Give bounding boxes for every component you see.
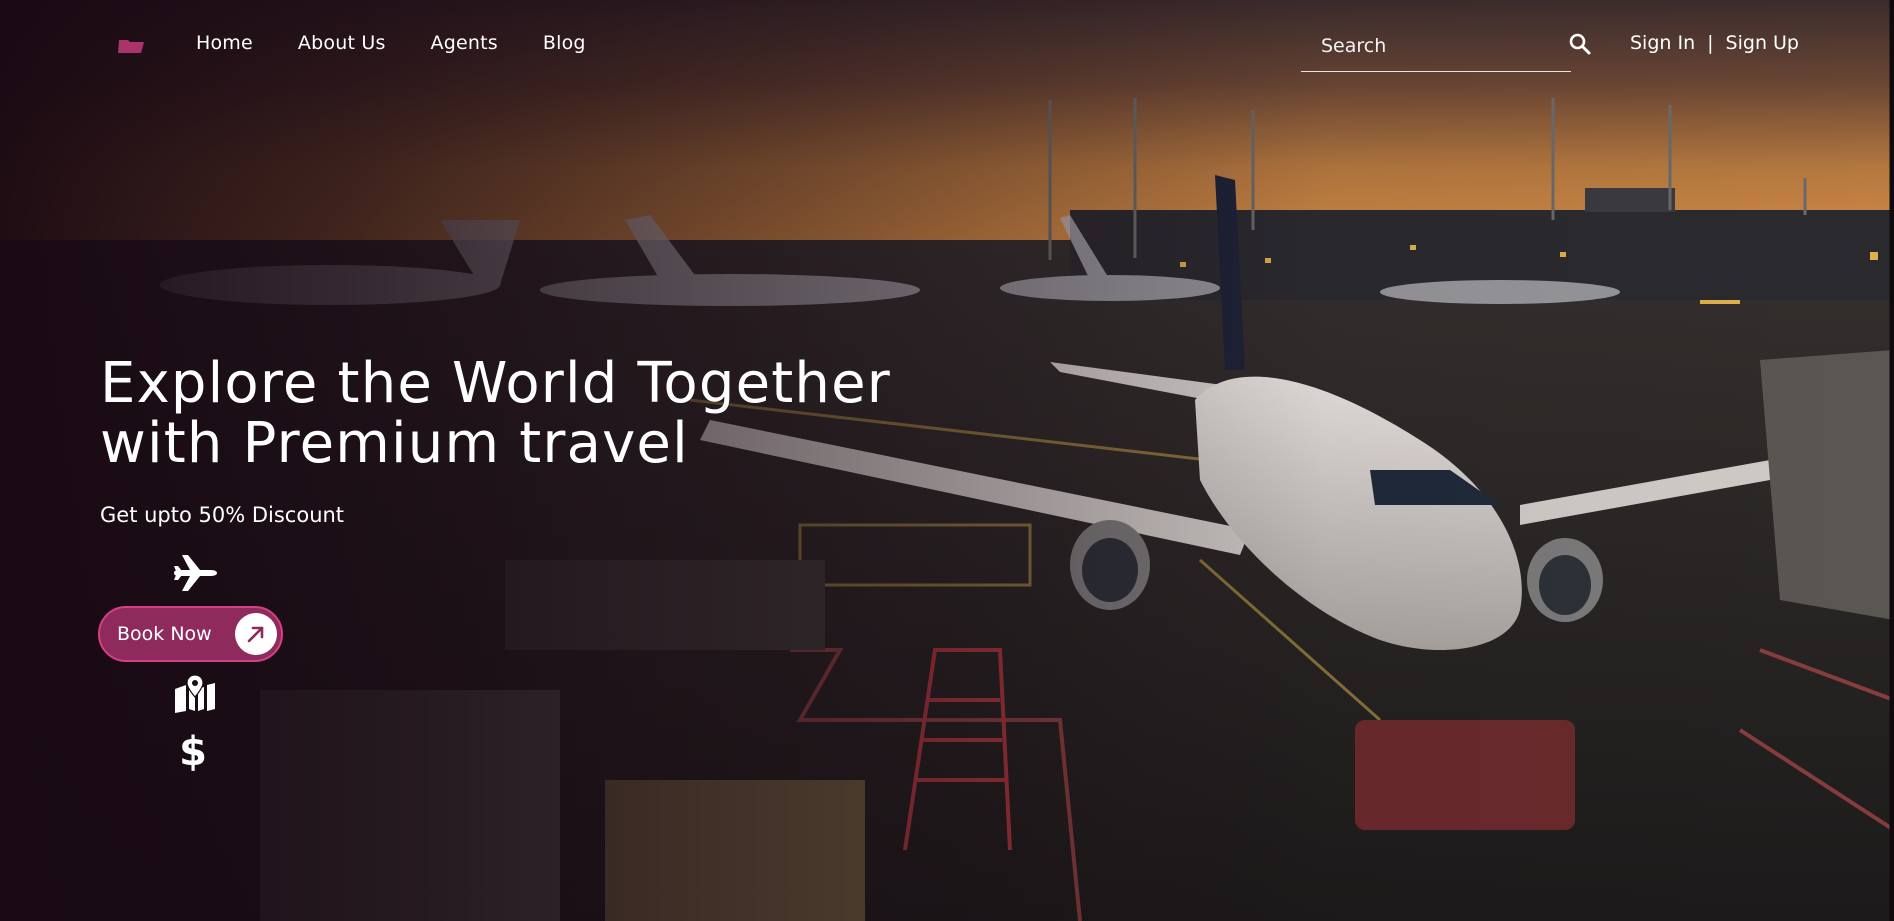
auth-separator: |	[1707, 32, 1714, 54]
book-now-button[interactable]: Book Now	[98, 606, 283, 662]
dollar-icon: $	[179, 729, 207, 775]
nav-link-agents[interactable]: Agents	[431, 32, 498, 54]
sign-up-link[interactable]: Sign Up	[1726, 32, 1799, 54]
arrow-up-right-icon	[235, 613, 277, 655]
discount-text: Get upto 50% Discount	[100, 503, 345, 527]
search-input[interactable]	[1301, 26, 1531, 66]
auth-links: Sign In | Sign Up	[1630, 32, 1799, 54]
folder-icon[interactable]	[117, 38, 145, 54]
book-now-label: Book Now	[117, 623, 212, 645]
plane-icon	[172, 553, 218, 593]
headline-line-1: Explore the World Together	[100, 351, 892, 416]
nav-link-home[interactable]: Home	[196, 32, 253, 54]
search-icon[interactable]	[1568, 32, 1592, 56]
headline-line-2: with Premium travel	[100, 411, 689, 476]
sign-in-link[interactable]: Sign In	[1630, 32, 1695, 54]
search-bar	[1301, 26, 1571, 72]
nav-link-blog[interactable]: Blog	[543, 32, 586, 54]
map-icon	[173, 674, 217, 713]
top-navigation: Home About Us Agents Blog Sign In | Sign…	[0, 0, 1894, 90]
nav-links: Home About Us Agents Blog	[196, 32, 631, 54]
nav-link-about-us[interactable]: About Us	[298, 32, 386, 54]
hero-headline: Explore the World Together with Premium …	[100, 354, 1000, 474]
